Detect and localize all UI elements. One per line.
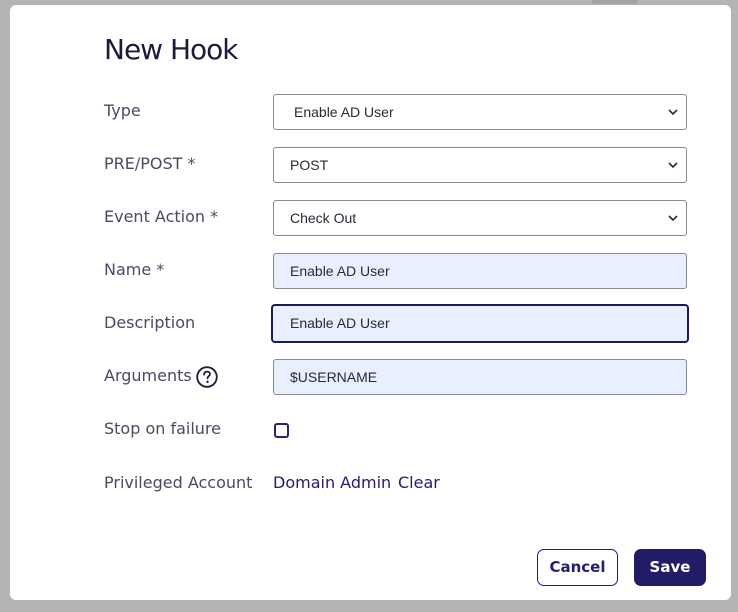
chevron-down-icon	[668, 215, 678, 222]
name-input-value: Enable AD User	[290, 263, 390, 279]
type-label: Type	[104, 101, 141, 120]
arguments-input-value: $USERNAME	[290, 369, 378, 385]
name-label: Name *	[104, 260, 165, 279]
pre-post-select-value: POST	[290, 157, 329, 173]
new-hook-dialog: New Hook Type Enable AD User PRE/POST * …	[10, 5, 731, 600]
arguments-input[interactable]: $USERNAME	[273, 359, 687, 395]
privileged-account-link[interactable]: Domain Admin	[273, 473, 391, 493]
type-select-value: Enable AD User	[294, 104, 394, 120]
cancel-button[interactable]: Cancel	[537, 549, 618, 586]
chevron-down-icon	[668, 162, 678, 169]
type-select[interactable]: Enable AD User	[273, 94, 687, 130]
question-circle-icon[interactable]	[196, 366, 218, 388]
name-input[interactable]: Enable AD User	[273, 253, 687, 289]
pre-post-select[interactable]: POST	[273, 147, 687, 183]
pre-post-label: PRE/POST *	[104, 154, 196, 173]
event-action-label: Event Action *	[104, 207, 219, 226]
description-label: Description	[104, 313, 196, 332]
privileged-account-label: Privileged Account	[104, 473, 253, 492]
arguments-label: Arguments	[104, 366, 192, 385]
stop-on-failure-label: Stop on failure	[104, 419, 222, 438]
dialog-title: New Hook	[104, 33, 239, 66]
background-element	[592, 0, 638, 4]
clear-link[interactable]: Clear	[398, 473, 440, 493]
description-input-value: Enable AD User	[290, 315, 390, 331]
stop-on-failure-checkbox[interactable]	[274, 423, 289, 438]
description-input[interactable]: Enable AD User	[271, 304, 689, 343]
event-action-select-value: Check Out	[290, 210, 357, 226]
event-action-select[interactable]: Check Out	[273, 200, 687, 236]
chevron-down-icon	[668, 109, 678, 116]
save-button[interactable]: Save	[634, 549, 706, 586]
